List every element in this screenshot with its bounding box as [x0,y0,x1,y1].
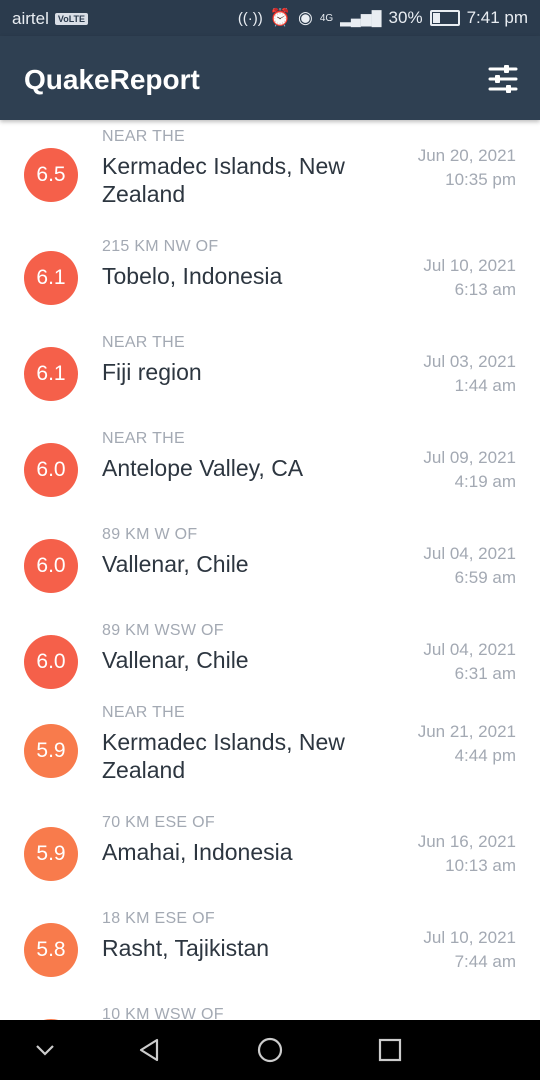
location-offset: 215 KM NW OF [102,238,219,255]
quake-date: Jul 10, 2021 [423,928,516,947]
quake-date: Jul 04, 2021 [423,544,516,563]
quake-date: Jul 09, 2021 [423,448,516,467]
volte-badge: VoLTE [54,13,89,25]
eye-icon: ◉ [297,8,313,27]
location-offset: 70 KM ESE OF [102,814,215,831]
quake-time: 4:44 pm [454,746,516,765]
quake-time: 10:35 pm [445,170,516,189]
quake-item[interactable]: 5.9 NEAR THE Kermadec Islands, New Zealand… [0,704,540,808]
location-offset: NEAR THE [102,704,186,721]
quake-item[interactable]: 6.1 NEAR THE Fiji region Jul 03, 2021 1:44 a… [0,334,540,424]
quake-item[interactable]: 10 KM WSW OFJun 23, 2021 [0,1006,540,1020]
primary-location: Antelope Valley, CA [102,455,304,481]
primary-location: Fiji region [102,359,202,385]
quake-date: Jun 16, 2021 [417,832,516,851]
location-offset: 89 KM W OF [102,526,198,543]
nav-bar [0,1020,540,1080]
app-title: QuakeReport [24,64,200,95]
quake-time: 6:13 am [454,280,516,299]
location-offset: NEAR THE [102,430,186,447]
quake-date: Jun 20, 2021 [417,146,516,165]
magnitude-badge: 6.1 [24,251,78,305]
location-offset: 18 KM ESE OF [102,910,215,927]
location-offset: 89 KM WSW OF [102,622,224,639]
quake-time: 1:44 am [454,376,516,395]
quake-time: 6:59 am [454,568,516,587]
quake-time: 10:13 am [445,856,516,875]
magnitude-badge: 6.0 [24,635,78,689]
primary-location: Kermadec Islands, New Zealand [102,153,345,207]
signal-icon: ▂▄▆█ [340,9,382,26]
quake-time: 6:31 am [454,664,516,683]
magnitude-badge: 6.5 [24,148,78,202]
quake-date: Jul 04, 2021 [423,640,516,659]
quake-item[interactable]: 5.9 70 KM ESE OF Amahai, Indonesia Jun 16, … [0,814,540,904]
carrier-name: airtel [12,9,49,28]
primary-location: Vallenar, Chile [102,551,249,577]
quake-item[interactable]: 6.5 NEAR THE Kermadec Islands, New Zealand… [0,128,540,232]
hotspot-icon: ((·)) [237,9,263,27]
magnitude-badge: 6.0 [24,443,78,497]
quake-date: Jul 10, 2021 [423,256,516,275]
back-triangle-icon[interactable] [135,1035,165,1065]
alarm-icon: ⏰ [269,8,291,27]
magnitude-badge: 6.0 [24,539,78,593]
primary-location: Vallenar, Chile [102,647,249,673]
primary-location: Rasht, Tajikistan [102,935,270,961]
magnitude-badge: 5.8 [24,923,78,977]
location-offset: 10 KM WSW OF [102,1006,224,1020]
chevron-down-icon[interactable] [30,1035,60,1065]
quake-item[interactable]: 5.8 18 KM ESE OF Rasht, Tajikistan Jul 10, … [0,910,540,1000]
app-bar: QuakeReport [0,36,540,120]
quake-item[interactable]: 6.0 89 KM W OF Vallenar, Chile Jul 04, 2021… [0,526,540,616]
quake-date: Jun 21, 2021 [417,722,516,741]
primary-location: Amahai, Indonesia [102,839,293,865]
network-type: 4G [319,12,334,24]
magnitude-badge: 6.1 [24,347,78,401]
magnitude-badge: 5.9 [24,827,78,881]
battery-icon [429,10,460,26]
location-offset: NEAR THE [102,128,186,145]
quake-time: 4:19 am [454,472,516,491]
primary-location: Tobelo, Indonesia [102,263,283,289]
magnitude-badge: 5.9 [24,724,78,778]
home-circle-icon[interactable] [255,1035,285,1065]
earthquake-list[interactable]: 6.5 NEAR THE Kermadec Islands, New Zealand… [0,120,540,1020]
sliders-icon[interactable] [488,64,518,94]
quake-time: 7:44 am [454,952,516,971]
quake-item[interactable]: 6.0 89 KM WSW OF Vallenar, Chile Jul 04, 20… [0,622,540,712]
quake-item[interactable]: 6.0 NEAR THE Antelope Valley, CA Jul 09, 20… [0,430,540,520]
battery-percent: 30% [388,8,423,27]
clock: 7:41 pm [466,8,528,27]
status-bar: airtel VoLTE ((·)) ⏰ ◉ 4G ▂▄▆█ 30% 7:41 … [0,0,540,36]
quake-date: Jul 03, 2021 [423,352,516,371]
recent-square-icon[interactable] [375,1035,405,1065]
location-offset: NEAR THE [102,334,186,351]
quake-item[interactable]: 6.1 215 KM NW OF Tobelo, Indonesia Jul 10, … [0,238,540,328]
primary-location: Kermadec Islands, New Zealand [102,729,345,783]
